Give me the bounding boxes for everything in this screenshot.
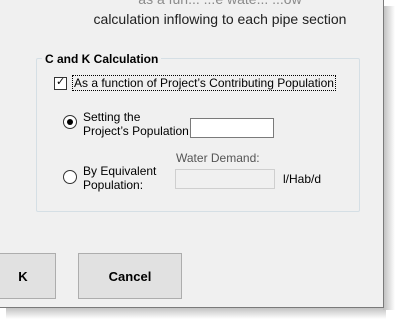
window-shadow-bottom xyxy=(6,307,386,319)
contributing-population-checkbox[interactable]: ✓ xyxy=(54,76,67,90)
setting-population-label-line2: Project’s Population: xyxy=(83,124,193,138)
cancel-button[interactable]: Cancel xyxy=(78,253,182,299)
setting-population-label-line1: Setting the xyxy=(83,110,141,124)
equivalent-population-label-line1: By Equivalent xyxy=(83,164,157,178)
dialog-window: as a fun... ...e wate... ...ow calculati… xyxy=(0,0,384,308)
ok-button[interactable]: K xyxy=(0,253,56,299)
water-demand-unit: l/Hab/d xyxy=(283,172,322,186)
setting-population-radio[interactable] xyxy=(63,115,77,129)
radio-selected-dot xyxy=(67,119,73,125)
project-population-input[interactable] xyxy=(190,118,274,138)
water-demand-input[interactable] xyxy=(175,169,275,189)
description-cut-line: as a fun... ...e wate... ...ow xyxy=(70,0,370,8)
contributing-population-label[interactable]: As a function of Project’s Contributing … xyxy=(72,75,336,91)
equivalent-population-label-line2: Population: xyxy=(83,178,144,192)
checkmark-icon: ✓ xyxy=(56,76,66,88)
water-demand-label: Water Demand: xyxy=(176,151,260,165)
group-title: C and K Calculation xyxy=(42,52,162,66)
equivalent-population-radio[interactable] xyxy=(63,170,77,184)
description-line: calculation inflowing to each pipe secti… xyxy=(93,11,347,27)
window-shadow-right xyxy=(383,6,395,310)
